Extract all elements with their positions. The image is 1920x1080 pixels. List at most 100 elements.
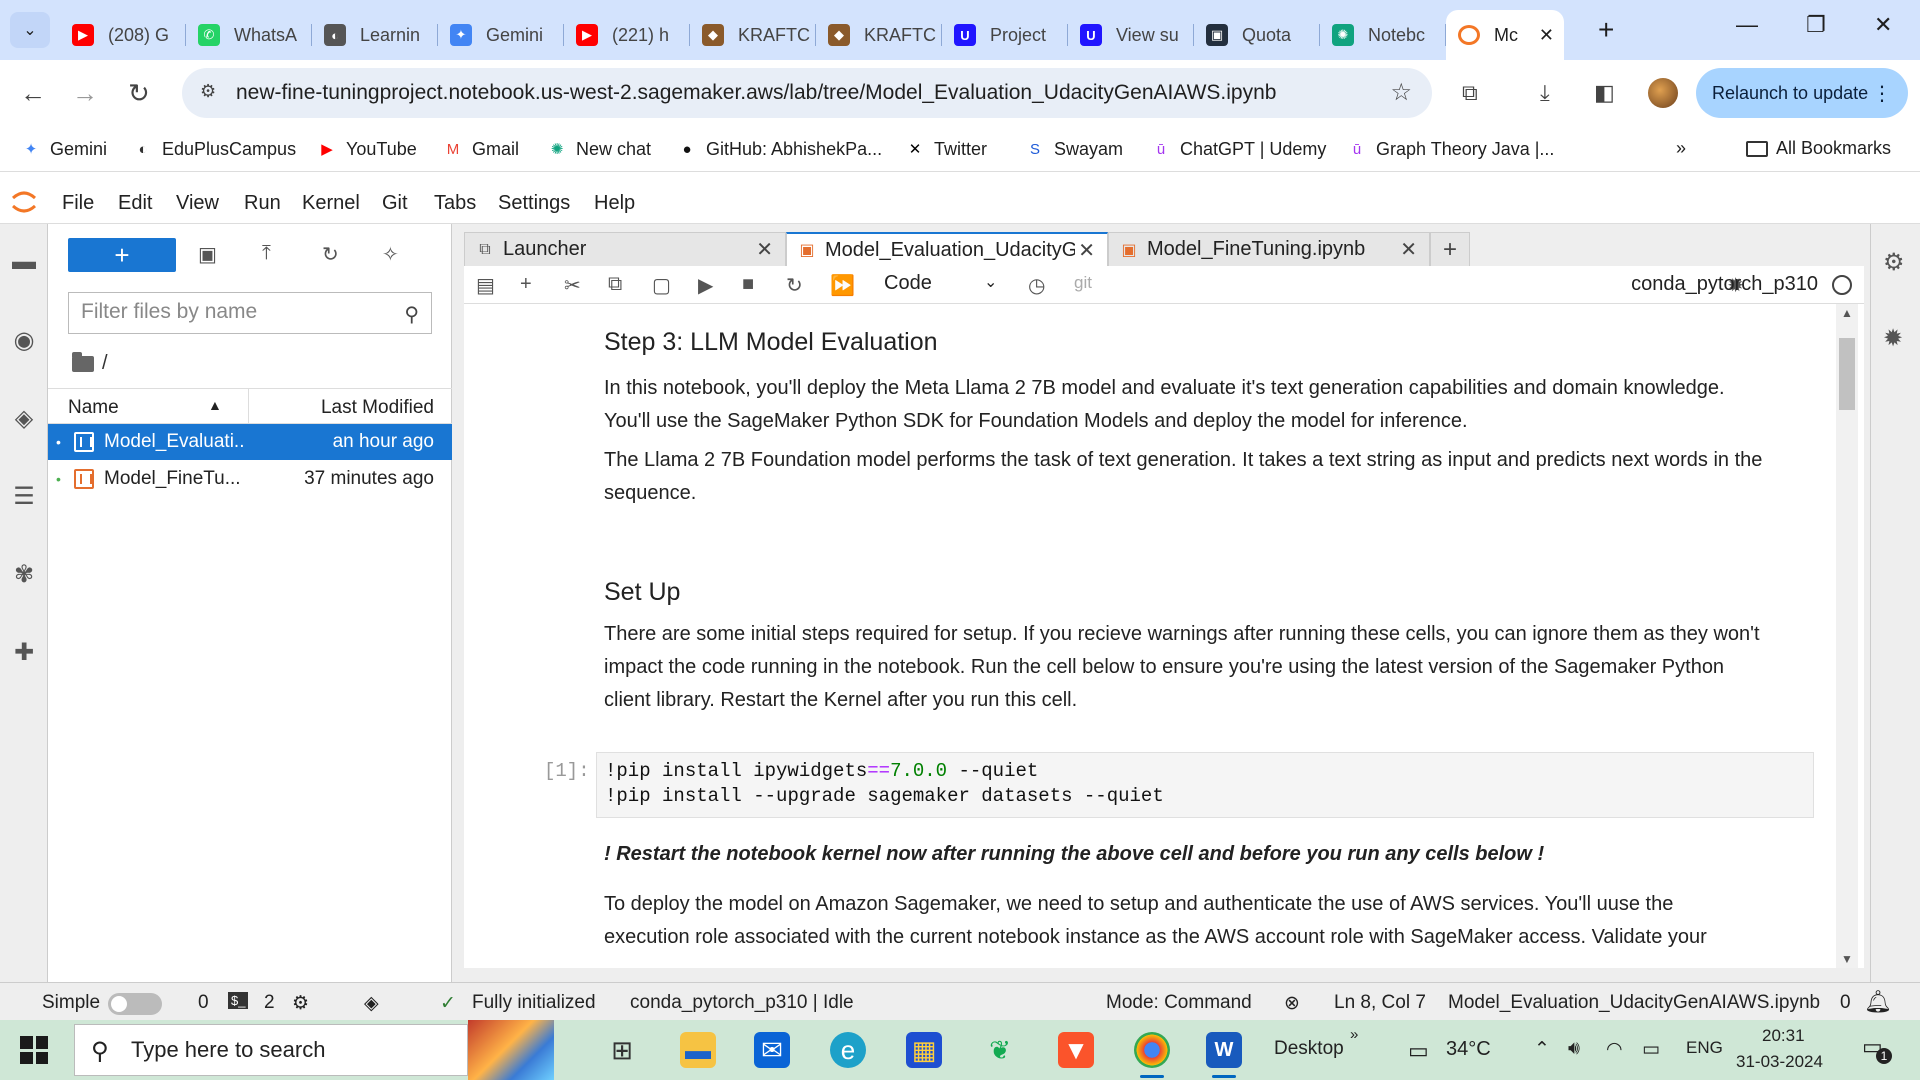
file-row[interactable]: • Model_FineTu... 37 minutes ago [48,461,452,497]
brave-icon[interactable]: ▼ [1058,1032,1094,1068]
menu-git[interactable]: Git [382,192,408,215]
file-explorer-icon[interactable]: ▬ [680,1032,716,1068]
word-icon[interactable]: W [1206,1032,1242,1078]
breadcrumb[interactable]: / [72,351,108,375]
side-panel-icon[interactable]: ◧ [1594,80,1615,106]
tray-chevron-icon[interactable]: ⌃ [1534,1038,1550,1061]
battery-icon[interactable]: ▭ [1642,1038,1660,1061]
bookmark-item[interactable]: ū ChatGPT | Udemy [1150,138,1327,160]
cursor-position[interactable]: Ln 8, Col 7 [1334,992,1426,1014]
bookmark-item[interactable]: ✺ New chat [546,138,651,160]
desktop-label[interactable]: Desktop [1274,1038,1344,1060]
address-bar[interactable]: ⚙ new-fine-tuningproject.notebook.us-wes… [182,68,1432,118]
menu-help[interactable]: Help [594,192,635,215]
download-icon[interactable]: ⤓ [1540,80,1550,106]
new-document-tab-button[interactable]: + [1430,232,1470,266]
wifi-icon[interactable]: ◠ [1606,1038,1623,1061]
markdown-cell[interactable]: In this notebook, you'll deploy the Meta… [604,372,1764,438]
kernel-name[interactable]: conda_pytorch_p310 [1631,273,1818,296]
browser-tab[interactable]: ▣ Quota [1194,14,1320,56]
markdown-cell[interactable]: Set Up [604,576,1764,609]
browser-tab[interactable]: ◆ KRAFTC [816,14,942,56]
site-info-icon[interactable]: ⚙ [200,81,216,102]
cut-icon[interactable]: ✂ [564,273,581,298]
close-tab-icon[interactable]: ✕ [1539,25,1554,46]
bell-icon[interactable]: 🔔︎ [1864,989,1892,1015]
document-tab[interactable]: ▣ Model_FineTuning.ipynb ✕ [1108,232,1430,266]
table-of-contents-icon[interactable]: ☰ [10,482,38,510]
kernel-chip-icon[interactable]: ⚙ [292,992,309,1015]
markdown-cell[interactable]: ! Restart the notebook kernel now after … [604,838,1764,871]
terminal-icon[interactable]: $_ [228,992,249,1009]
restart-kernel-icon[interactable]: ↻ [786,273,803,298]
bookmark-item[interactable]: ◐ EduPlusCampus [132,138,296,160]
bookmark-item[interactable]: ▶ YouTube [316,138,417,160]
debugger-panel-icon[interactable]: ✹ [1883,324,1903,353]
markdown-cell[interactable]: The Llama 2 7B Foundation model performs… [604,444,1764,510]
minimize-button[interactable]: — [1736,12,1758,38]
notebook-content[interactable]: Step 3: LLM Model Evaluation In this not… [464,304,1864,968]
all-bookmarks-button[interactable]: All Bookmarks [1746,138,1891,159]
browser-tab[interactable]: ✆ WhatsA [186,14,312,56]
menu-run[interactable]: Run [244,192,281,215]
menu-view[interactable]: View [176,192,219,215]
menu-settings[interactable]: Settings [498,192,570,215]
browser-tab[interactable]: ▶ (221) h [564,14,690,56]
language-indicator[interactable]: ENG [1686,1038,1723,1058]
browser-tab[interactable]: ✦ Gemini [438,14,564,56]
paste-icon[interactable]: ▢ [652,273,671,298]
bookmark-item[interactable]: ✕ Twitter [904,138,987,160]
simple-mode-toggle[interactable] [108,993,162,1015]
url-text[interactable]: new-fine-tuningproject.notebook.us-west-… [236,81,1276,105]
tab-search-button[interactable]: ⌄ [10,12,50,48]
scroll-down-icon[interactable]: ▼ [1841,952,1853,966]
bookmark-item[interactable]: ū Graph Theory Java |... [1346,138,1555,160]
new-folder-icon[interactable]: ▣ [198,242,217,267]
browser-tab[interactable]: ▶ (208) G [60,14,186,56]
clock-time[interactable]: 20:31 [1762,1026,1805,1046]
file-browser-icon[interactable]: ▬ [10,248,38,276]
close-window-button[interactable]: ✕ [1874,12,1892,38]
markdown-cell[interactable]: There are some initial steps required fo… [604,618,1764,717]
extensions-icon[interactable]: ⧉ [1462,80,1478,106]
menu-edit[interactable]: Edit [118,192,152,215]
markdown-cell[interactable]: Step 3: LLM Model Evaluation [604,326,1764,359]
document-tab[interactable]: ⧉ Launcher ✕ [464,232,786,266]
chevrons-icon[interactable]: » [1350,1026,1358,1043]
run-cell-icon[interactable]: ▶ [698,273,713,298]
markdown-cell[interactable]: To deploy the model on Amazon Sagemaker,… [604,888,1764,954]
clock-icon[interactable]: ◷ [1028,273,1045,298]
column-name-header[interactable]: Name [68,397,119,419]
ai-brain-icon[interactable]: ✾ [10,560,38,588]
browser-tab[interactable]: U Project [942,14,1068,56]
bookmark-star-icon[interactable]: ☆ [1390,78,1412,107]
search-highlight-image[interactable] [468,1020,554,1080]
lsp-status[interactable]: Fully initialized [472,992,596,1014]
bookmark-item[interactable]: ✦ Gemini [20,138,107,160]
store-icon[interactable]: ▦ [906,1032,942,1068]
notebook-scrollbar[interactable]: ▲ ▼ [1836,304,1858,968]
close-tab-icon[interactable]: ✕ [756,237,773,262]
close-tab-icon[interactable]: ✕ [1078,238,1095,263]
browser-tab[interactable]: U View su [1068,14,1194,56]
browser-tab[interactable]: ✺ Notebc [1320,14,1446,56]
forward-button[interactable]: → [72,78,98,109]
temperature[interactable]: 34°C [1446,1038,1491,1061]
edge-icon[interactable]: e [830,1032,866,1068]
bookmark-item[interactable]: ● GitHub: AbhishekPa... [676,138,882,160]
mongodb-icon[interactable]: ❦ [982,1032,1018,1068]
kernel-status[interactable]: conda_pytorch_p310 | Idle [630,992,854,1014]
bookmark-item[interactable]: M Gmail [442,138,519,160]
profile-avatar[interactable] [1648,78,1678,108]
reload-button[interactable]: ↻ [128,78,150,109]
chrome-icon[interactable] [1134,1032,1170,1078]
more-menu-icon[interactable]: ⋮ [1872,81,1892,106]
file-row[interactable]: • Model_Evaluati... an hour ago [48,424,452,460]
copy-icon[interactable]: ⧉ [608,273,622,296]
taskbar-search-box[interactable]: ⚲ Type here to search [74,1024,468,1076]
column-modified-header[interactable]: Last Modified [321,397,434,419]
document-tab[interactable]: ▣ Model_Evaluation_UdacityGe ✕ [786,232,1108,266]
back-button[interactable]: ← [20,78,46,109]
menu-tabs[interactable]: Tabs [434,192,476,215]
code-cell[interactable]: !pip install ipywidgets==7.0.0 --quiet !… [596,752,1814,818]
